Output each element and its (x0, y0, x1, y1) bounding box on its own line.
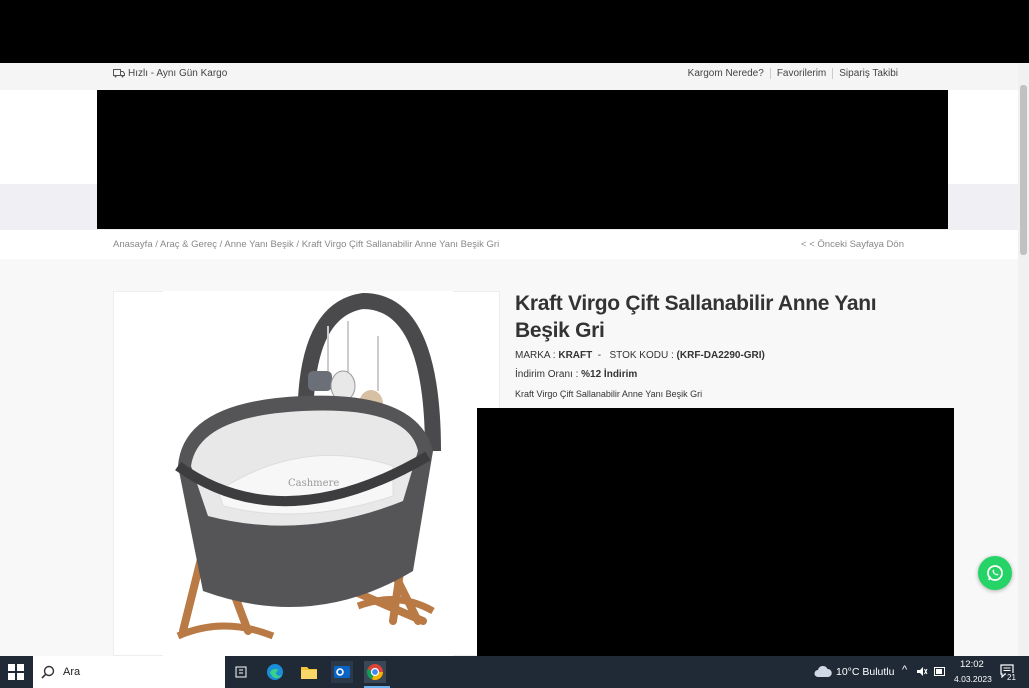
redacted-header (97, 90, 948, 229)
taskbar-search[interactable]: Ara (33, 656, 225, 688)
search-icon (41, 665, 55, 679)
product-brand[interactable]: KRAFT (558, 350, 592, 361)
weather-text[interactable]: 10°C Bulutlu (836, 666, 894, 678)
shipping-info: Hızlı - Aynı Gün Kargo (113, 68, 227, 79)
page-scrollbar[interactable] (1018, 63, 1029, 656)
clock-time[interactable]: 12:02 (960, 659, 984, 670)
top-links: Kargom Nerede? Favorilerim Sipariş Takib… (682, 68, 904, 79)
product-title: Kraft Virgo Çift Sallanabilir Anne Yanı … (515, 292, 877, 342)
breadcrumb[interactable]: Anasayfa / Araç & Gereç / Anne Yanı Beşi… (113, 239, 499, 250)
link-cargo-tracking[interactable]: Kargom Nerede? (682, 68, 770, 79)
product-brand-code: MARKA : KRAFT - STOK KODU : (KRF-DA2290-… (515, 350, 765, 361)
discount-value: %12 İndirim (581, 369, 638, 380)
breadcrumb-bar: Anasayfa / Araç & Gereç / Anne Yanı Beşi… (0, 230, 1018, 259)
file-explorer-icon[interactable] (298, 661, 320, 683)
clock-date[interactable]: 4.03.2023 (954, 674, 992, 684)
cloud-icon (814, 665, 832, 677)
image-brand-text: Cashmere (288, 478, 339, 489)
previous-page-link[interactable]: < < Önceki Sayfaya Dön (801, 239, 904, 250)
scrollbar-thumb[interactable] (1020, 85, 1027, 255)
notification-badge: 21 (1006, 673, 1017, 682)
shipping-text: Hızlı - Aynı Gün Kargo (128, 68, 228, 79)
product-discount: İndirim Oranı : %12 İndirim (515, 369, 638, 380)
search-placeholder: Ara (63, 666, 81, 678)
edge-icon[interactable] (264, 661, 286, 683)
product-image[interactable]: Cashmere (163, 291, 453, 656)
redacted-purchase-panel (477, 408, 954, 656)
link-order-tracking[interactable]: Sipariş Takibi (832, 68, 904, 79)
redacted-region (0, 0, 1029, 63)
task-view-icon[interactable] (230, 661, 252, 683)
outlook-icon[interactable] (331, 661, 353, 683)
top-info-bar: Hızlı - Aynı Gün Kargo Kargom Nerede? Fa… (0, 63, 1018, 90)
whatsapp-icon (987, 565, 1003, 581)
link-favorites[interactable]: Favorilerim (769, 68, 832, 79)
speaker-icon[interactable] (916, 666, 928, 677)
product-code: (KRF-DA2290-GRI) (676, 350, 765, 361)
chevron-up-icon[interactable]: ^ (902, 664, 907, 676)
battery-icon[interactable] (934, 667, 946, 676)
bassinet-illustration: Cashmere (175, 292, 441, 640)
whatsapp-button[interactable] (978, 556, 1012, 590)
windows-taskbar: Ara 10°C Bulutlu ^ 12:02 4.03.2023 21 (0, 656, 1029, 688)
truck-icon (113, 69, 125, 78)
chrome-icon[interactable] (364, 661, 386, 683)
windows-start-icon[interactable] (8, 664, 24, 680)
product-description: Kraft Virgo Çift Sallanabilir Anne Yanı … (515, 389, 703, 399)
